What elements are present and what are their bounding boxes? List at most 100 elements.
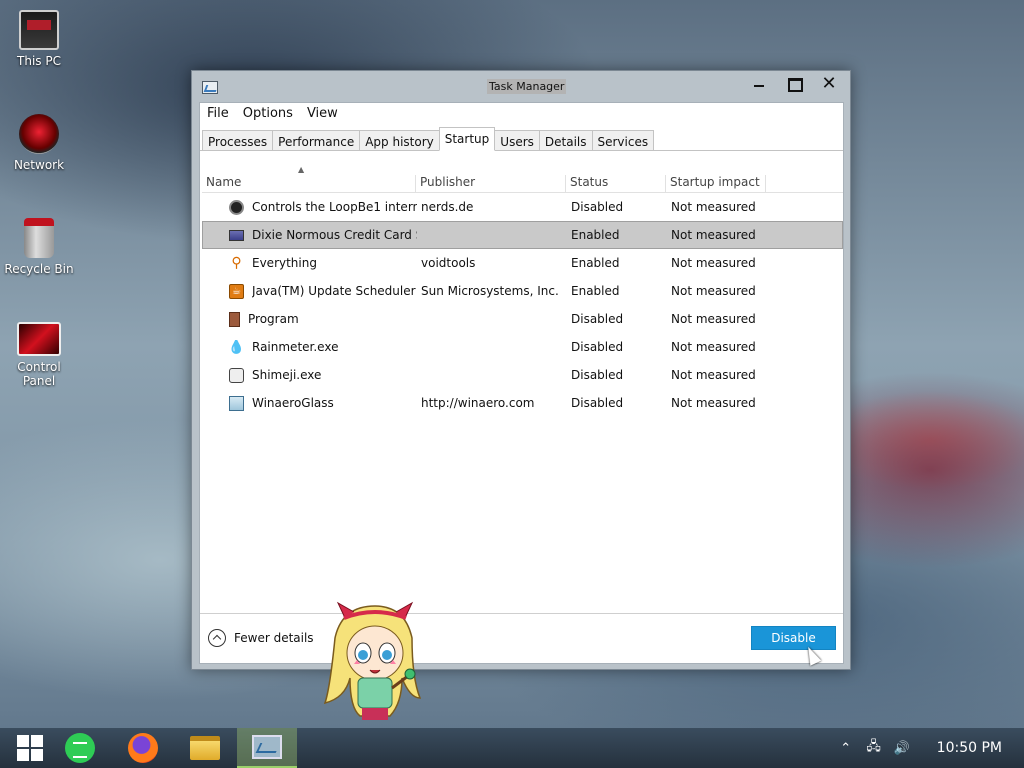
fewer-details-link[interactable]: Fewer details <box>208 629 314 647</box>
notes-icon <box>65 733 95 763</box>
java-icon: ☕ <box>229 283 244 299</box>
row-status: Enabled <box>571 228 620 242</box>
clock[interactable]: 10:50 PM <box>937 740 1002 756</box>
row-publisher: Sun Microsystems, Inc. <box>421 284 559 298</box>
column-header-name[interactable]: Name <box>202 175 416 193</box>
title-bar[interactable]: Task Manager ✕ <box>192 71 850 103</box>
table-row[interactable]: Program Disabled Not measured <box>202 305 843 333</box>
winaero-icon <box>229 395 244 411</box>
maximize-button[interactable] <box>777 73 811 95</box>
raindrop-icon: 💧 <box>227 339 246 355</box>
table-row[interactable]: Controls the LoopBe1 intern... nerds.de … <box>202 193 843 221</box>
tab-performance[interactable]: Performance <box>272 130 361 151</box>
menu-bar: File Options View <box>200 103 843 125</box>
table-row[interactable]: WinaeroGlass http://winaero.com Disabled… <box>202 389 843 417</box>
close-button[interactable]: ✕ <box>812 73 846 95</box>
menu-file[interactable]: File <box>206 103 236 125</box>
row-impact: Not measured <box>671 396 756 410</box>
taskbar-task-manager[interactable] <box>237 728 297 768</box>
row-name: WinaeroGlass <box>252 396 334 410</box>
row-name: Controls the LoopBe1 intern... <box>252 200 417 214</box>
magnifier-icon: ⚲ <box>231 255 242 271</box>
tab-users[interactable]: Users <box>494 130 540 151</box>
tab-startup[interactable]: Startup <box>438 127 496 151</box>
row-impact: Not measured <box>671 228 756 242</box>
taskbar-notes[interactable] <box>50 728 110 768</box>
row-name: Everything <box>252 256 317 270</box>
start-icon <box>17 735 43 761</box>
desktop-icon-label: Recycle Bin <box>4 262 74 276</box>
desktop-icon-recycle-bin[interactable]: Recycle Bin <box>0 218 78 276</box>
desktop-icon-network[interactable]: Network <box>0 114 78 172</box>
table-row-selected[interactable]: Dixie Normous Credit Card S... Enabled N… <box>202 221 843 249</box>
table-row[interactable]: ⚲ Everything voidtools Enabled Not measur… <box>202 249 843 277</box>
tab-details[interactable]: Details <box>538 130 593 151</box>
tab-processes[interactable]: Processes <box>202 130 274 151</box>
row-publisher: nerds.de <box>421 200 474 214</box>
menu-options[interactable]: Options <box>242 103 300 125</box>
row-status: Enabled <box>571 256 620 270</box>
row-name: Rainmeter.exe <box>252 340 339 354</box>
control-panel-icon <box>17 322 61 356</box>
fewer-details-label: Fewer details <box>234 631 314 645</box>
row-status: Disabled <box>571 368 624 382</box>
task-manager-icon <box>252 735 282 759</box>
window-title: Task Manager <box>487 79 567 94</box>
row-name: Program <box>248 312 299 326</box>
table-row[interactable]: Shimeji.exe Disabled Not measured <box>202 361 843 389</box>
row-impact: Not measured <box>671 368 756 382</box>
row-status: Disabled <box>571 312 624 326</box>
disable-button[interactable]: Disable <box>751 626 836 650</box>
network-icon <box>19 114 59 154</box>
chevron-up-icon <box>208 629 226 647</box>
tab-services[interactable]: Services <box>591 130 655 151</box>
menu-view[interactable]: View <box>306 103 345 125</box>
desktop-icon-label: Control Panel <box>17 360 61 388</box>
shimeji-icon <box>229 367 244 383</box>
minimize-button[interactable] <box>742 73 776 95</box>
firefox-icon <box>128 733 158 763</box>
shimeji-mascot[interactable] <box>320 598 430 728</box>
row-status: Enabled <box>571 284 620 298</box>
desktop-icon-control-panel[interactable]: Control Panel <box>0 322 78 388</box>
column-header-status[interactable]: Status <box>566 175 666 193</box>
row-impact: Not measured <box>671 340 756 354</box>
tab-divider <box>200 150 843 151</box>
program-icon <box>229 311 240 327</box>
chevron-up-icon[interactable]: ⌃ <box>835 737 857 759</box>
row-publisher: voidtools <box>421 256 476 270</box>
sort-up-icon: ▲ <box>298 165 305 174</box>
table-row[interactable]: ☕ Java(TM) Update Scheduler Sun Microsyst… <box>202 277 843 305</box>
table-row[interactable]: 💧 Rainmeter.exe Disabled Not measured <box>202 333 843 361</box>
row-name: Dixie Normous Credit Card S... <box>252 228 417 242</box>
taskbar: ⌃ 🖧 🔊 10:50 PM <box>0 728 1024 768</box>
row-status: Disabled <box>571 396 624 410</box>
column-header-startup-impact[interactable]: Startup impact <box>666 175 766 193</box>
row-status: Disabled <box>571 200 624 214</box>
tab-strip: Processes Performance App history Startu… <box>202 127 845 151</box>
footer-bar: Fewer details Disable <box>200 613 843 663</box>
startup-table: ▲ Name Publisher Status Startup impact C… <box>202 163 843 417</box>
window-client-area: File Options View Processes Performance … <box>199 102 844 664</box>
row-name: Shimeji.exe <box>252 368 322 382</box>
row-name: Java(TM) Update Scheduler <box>252 284 416 298</box>
row-publisher: http://winaero.com <box>421 396 535 410</box>
taskbar-firefox[interactable] <box>113 728 173 768</box>
loopbe-icon <box>229 199 244 215</box>
task-manager-app-icon <box>202 81 218 94</box>
row-impact: Not measured <box>671 312 756 326</box>
network-status-icon[interactable]: 🖧 <box>863 737 885 759</box>
tab-app-history[interactable]: App history <box>359 130 440 151</box>
volume-icon[interactable]: 🔊 <box>891 737 913 759</box>
column-header-publisher[interactable]: Publisher <box>416 175 566 193</box>
computer-icon <box>19 10 59 50</box>
desktop-icon-label: Network <box>13 158 65 172</box>
recycle-bin-icon <box>24 218 54 258</box>
row-impact: Not measured <box>671 256 756 270</box>
file-explorer-icon <box>190 736 220 760</box>
credit-card-icon <box>229 229 244 241</box>
row-impact: Not measured <box>671 200 756 214</box>
taskbar-file-explorer[interactable] <box>175 728 235 768</box>
row-status: Disabled <box>571 340 624 354</box>
desktop-icon-this-pc[interactable]: This PC <box>0 10 78 68</box>
